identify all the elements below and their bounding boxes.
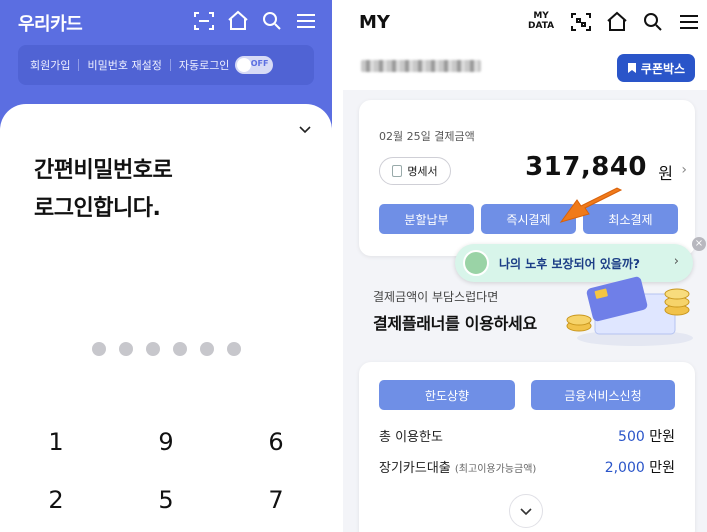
pin-dot [119, 342, 133, 356]
card-loan-value: 2,000 만원 [605, 457, 675, 477]
home-icon[interactable] [605, 10, 629, 34]
login-header-icons [192, 9, 318, 33]
expand-button[interactable] [509, 494, 543, 528]
planner-title[interactable]: 결제플래너를 이용하세요 [373, 310, 537, 334]
payment-date-label: 02월 25일 결제금액 [379, 130, 475, 143]
pointer-arrow-icon [559, 187, 623, 223]
card-loan-note: (최고이용가능금액) [454, 464, 537, 475]
brand-logo-text: 우리카드 [18, 14, 83, 35]
keypad-key[interactable]: 1 [36, 428, 76, 456]
divider [169, 59, 171, 71]
keypad-key[interactable]: 5 [146, 486, 186, 514]
payment-actions: 분할납부 즉시결제 최소결제 [379, 204, 678, 234]
chevron-right-icon: › [673, 254, 679, 269]
pin-dot [146, 342, 160, 356]
reset-password-link[interactable]: 비밀번호 재설정 [87, 57, 161, 73]
total-limit-row[interactable]: 총 이용한도 500 만원 [379, 426, 675, 445]
search-icon[interactable] [260, 9, 284, 33]
my-header: MY MY DATA [343, 0, 707, 46]
toggle-knob [237, 58, 252, 72]
bookmark-icon [627, 63, 636, 73]
login-links-bar: 회원가입 비밀번호 재설정 자동로그인 OFF [18, 45, 314, 85]
keypad-key[interactable]: 6 [256, 428, 296, 456]
home-icon[interactable] [226, 9, 250, 33]
keypad-key[interactable]: 9 [146, 428, 186, 456]
total-limit-unit: 만원 [649, 429, 675, 445]
financial-service-button[interactable]: 금융서비스신청 [531, 380, 675, 410]
pin-sheet: 간편비밀번호로 로그인합니다. 1 9 6 2 5 7 [0, 104, 332, 532]
pin-dots [92, 342, 241, 356]
installment-button[interactable]: 분할납부 [379, 204, 474, 234]
scan-icon[interactable] [569, 10, 593, 34]
mydata-button[interactable]: MY DATA [528, 11, 554, 31]
statement-label: 명세서 [407, 165, 438, 178]
keypad-key[interactable]: 7 [256, 486, 296, 514]
close-icon[interactable]: × [692, 237, 706, 251]
pin-title: 간편비밀번호로 로그인합니다. [34, 152, 173, 228]
pin-dot [173, 342, 187, 356]
menu-icon[interactable] [294, 9, 318, 33]
total-limit-number: 500 [618, 429, 645, 445]
card-loan-label: 장기카드대출 [379, 461, 451, 476]
pin-dot [92, 342, 106, 356]
divider [78, 59, 80, 71]
login-panel: 우리카드 회원가입 비밀번호 재설정 자동로그인 OFF 간편비밀번호로 로그인… [0, 0, 332, 532]
total-limit-value: 500 만원 [618, 426, 675, 446]
card-loan-row[interactable]: 장기카드대출 (최고이용가능금액) 2,000 만원 [379, 457, 675, 476]
card-coins-illustration [566, 276, 693, 346]
my-panel: MY MY DATA 쿠폰박스 02월 25일 결제금액 명세서 317,840… [343, 0, 707, 532]
toggle-state-label: OFF [250, 59, 269, 68]
coupon-box-label: 쿠폰박스 [640, 61, 686, 76]
chevron-down-icon[interactable] [298, 122, 312, 136]
statement-button[interactable]: 명세서 [379, 157, 451, 185]
my-header-icons [569, 10, 701, 34]
auto-login-toggle[interactable]: OFF [235, 56, 274, 74]
scan-icon[interactable] [192, 9, 216, 33]
document-icon [392, 165, 403, 177]
payment-unit: 원 [658, 164, 673, 183]
limit-actions: 한도상향 금융서비스신청 [379, 380, 675, 410]
payment-card: 02월 25일 결제금액 명세서 317,840 원 › 분할납부 즉시결제 최… [359, 100, 695, 256]
chevron-right-icon[interactable]: › [681, 162, 687, 178]
coupon-box-button[interactable]: 쿠폰박스 [617, 54, 695, 82]
total-limit-label: 총 이용한도 [379, 430, 443, 445]
mydata-line-2: DATA [528, 21, 555, 31]
pin-title-line-2: 로그인합니다. [34, 196, 161, 221]
card-loan-label-group: 장기카드대출 (최고이용가능금액) [379, 461, 536, 476]
auto-login-label: 자동로그인 [178, 59, 230, 72]
signup-link[interactable]: 회원가입 [30, 57, 70, 73]
planner-subtitle: 결제금액이 부담스럽다면 [373, 290, 499, 304]
screen: 우리카드 회원가입 비밀번호 재설정 자동로그인 OFF 간편비밀번호로 로그인… [0, 0, 707, 532]
payment-amount[interactable]: 317,840 [525, 152, 647, 182]
user-bar: 쿠폰박스 [343, 46, 707, 90]
pin-dot [200, 342, 214, 356]
limit-increase-button[interactable]: 한도상향 [379, 380, 515, 410]
promo-text: 나의 노후 보장되어 있을까? [499, 256, 640, 271]
card-loan-unit: 만원 [649, 460, 675, 476]
pin-title-line-1: 간편비밀번호로 [34, 158, 173, 183]
card-loan-number: 2,000 [604, 460, 645, 476]
keypad-key[interactable]: 2 [36, 486, 76, 514]
menu-icon[interactable] [677, 10, 701, 34]
page-title: MY [359, 12, 390, 33]
mydata-line-1: MY [533, 11, 549, 21]
masked-user-name [361, 60, 481, 72]
search-icon[interactable] [641, 10, 665, 34]
chevron-down-icon [520, 508, 532, 516]
avatar [463, 250, 489, 276]
pin-dot [227, 342, 241, 356]
